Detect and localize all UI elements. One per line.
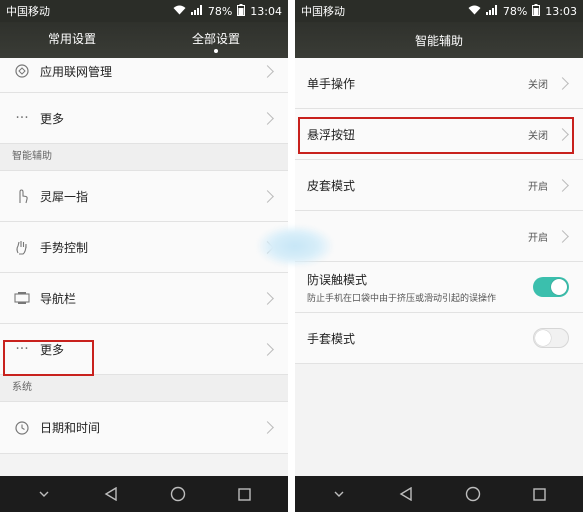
section-header-system: 系统 <box>0 375 288 402</box>
row-description: 防止手机在口袋中由于挤压或滑动引起的误操作 <box>307 293 497 304</box>
blurred-watermark <box>258 226 332 266</box>
chevron-right-icon <box>261 111 274 125</box>
page-title-bar: 智能辅助 <box>295 22 583 58</box>
tab-all-settings[interactable]: 全部设置 <box>144 22 288 58</box>
row-value: 开启 <box>528 181 548 193</box>
chevron-right-icon <box>556 76 569 90</box>
signal-icon <box>485 4 498 18</box>
glove-mode-toggle[interactable] <box>533 328 569 348</box>
row-glove-mode: 手套模式 <box>295 313 583 364</box>
chevron-right-icon <box>261 421 274 434</box>
row-label: 手套模式 <box>307 331 356 346</box>
row-value: 关闭 <box>528 79 548 91</box>
clock-time: 13:03 <box>545 4 577 18</box>
signal-icon <box>190 4 203 18</box>
tab-label: 常用设置 <box>47 32 96 46</box>
status-bar: 中国移动 78% 13:03 <box>295 0 583 22</box>
row-obscured-setting[interactable]: 开启 <box>295 211 583 262</box>
hand-gesture-icon <box>12 237 32 257</box>
row-more-network[interactable]: ··· 更多 <box>0 93 288 144</box>
row-one-hand-mode[interactable]: 单手操作 关闭 <box>295 58 583 109</box>
section-header-smart-assist: 智能辅助 <box>0 144 288 171</box>
recents-icon[interactable] <box>528 482 552 506</box>
row-label: 灵犀一指 <box>40 189 89 204</box>
back-icon[interactable] <box>99 482 123 506</box>
chevron-right-icon <box>261 291 274 305</box>
left-phone-screen: 中国移动 78% 13:04 常用设置 全部设置 应用联网管理 ··· 更多 智… <box>0 0 288 512</box>
row-label: 导航栏 <box>40 291 77 306</box>
row-cover-mode[interactable]: 皮套模式 开启 <box>295 160 583 211</box>
finger-touch-icon <box>12 186 32 206</box>
chevron-right-icon <box>261 64 274 78</box>
row-label: 皮套模式 <box>307 178 356 193</box>
row-label: 更多 <box>40 111 65 126</box>
row-app-network-management[interactable]: 应用联网管理 <box>0 58 288 93</box>
row-label: 日期和时间 <box>40 421 101 435</box>
carrier-name: 中国移动 <box>301 5 345 18</box>
active-tab-indicator <box>214 49 218 53</box>
right-phone-screen: 中国移动 78% 13:03 智能辅助 单手操作 关闭 悬浮按钮 关闭 皮套模式… <box>295 0 583 512</box>
system-nav-bar <box>295 476 583 512</box>
settings-tab-bar: 常用设置 全部设置 <box>0 22 288 58</box>
settings-list: 应用联网管理 ··· 更多 智能辅助 灵犀一指 手势控制 导航栏 ··· 更多 … <box>0 58 288 476</box>
wifi-icon <box>173 5 186 18</box>
row-label: 应用联网管理 <box>40 64 113 79</box>
page-title: 智能辅助 <box>414 33 463 48</box>
battery-icon <box>237 3 246 19</box>
row-value: 开启 <box>528 232 548 244</box>
home-icon[interactable] <box>461 482 485 506</box>
row-label: 单手操作 <box>307 76 356 91</box>
clock-time: 13:04 <box>250 4 282 18</box>
wifi-icon <box>468 5 481 18</box>
row-knuckle-gesture[interactable]: 灵犀一指 <box>0 171 288 222</box>
clock-icon <box>12 418 32 438</box>
chevron-right-icon <box>261 189 274 203</box>
row-navigation-bar[interactable]: 导航栏 <box>0 273 288 324</box>
row-date-time[interactable]: 日期和时间 <box>0 402 288 454</box>
home-icon[interactable] <box>166 482 190 506</box>
battery-percent: 78% <box>502 4 528 18</box>
tab-common-settings[interactable]: 常用设置 <box>0 22 144 58</box>
highlight-box-more <box>3 340 94 376</box>
system-nav-bar <box>0 476 288 512</box>
highlight-box-floating-button <box>298 117 574 154</box>
status-bar: 中国移动 78% 13:04 <box>0 0 288 22</box>
network-apps-icon <box>12 61 32 81</box>
row-label: 手势控制 <box>40 240 89 255</box>
recents-icon[interactable] <box>233 482 257 506</box>
back-icon[interactable] <box>394 482 418 506</box>
toggle-knob <box>551 279 567 295</box>
row-label: 防误触模式 <box>307 272 368 287</box>
hide-nav-icon[interactable] <box>327 482 351 506</box>
row-accidental-touch-mode: 防误触模式 防止手机在口袋中由于挤压或滑动引起的误操作 <box>295 262 583 313</box>
carrier-name: 中国移动 <box>6 5 50 18</box>
chevron-right-icon <box>556 229 569 243</box>
navbar-icon <box>12 288 32 308</box>
chevron-right-icon <box>556 178 569 192</box>
battery-percent: 78% <box>207 4 233 18</box>
battery-icon <box>532 3 541 19</box>
chevron-right-icon <box>261 342 274 356</box>
row-gesture-control[interactable]: 手势控制 <box>0 222 288 273</box>
more-dots-icon: ··· <box>15 110 29 126</box>
accidental-touch-toggle[interactable] <box>533 277 569 297</box>
tab-label: 全部设置 <box>191 32 240 46</box>
hide-nav-icon[interactable] <box>32 482 56 506</box>
toggle-knob <box>535 330 551 346</box>
